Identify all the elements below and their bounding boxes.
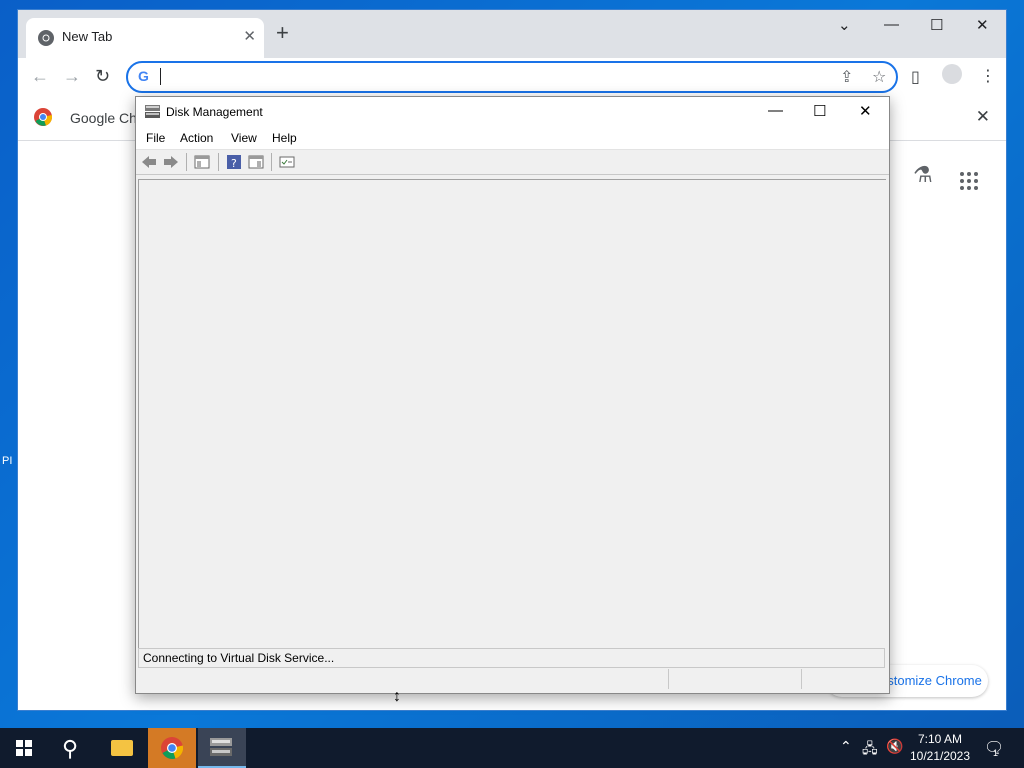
- dm-minimize-button[interactable]: —: [768, 102, 783, 119]
- menu-help[interactable]: Help: [272, 131, 297, 145]
- dm-toolbar: ?: [136, 150, 889, 175]
- labs-flask-icon[interactable]: ⚗: [913, 162, 933, 188]
- google-g-icon: G: [138, 68, 149, 84]
- chrome-close-button[interactable]: ✕: [976, 16, 989, 34]
- dm-bottom-bar: [138, 669, 883, 689]
- bookmark-star-icon[interactable]: ☆: [872, 67, 886, 87]
- share-icon[interactable]: ⇪: [840, 67, 853, 87]
- notification-count: 1: [993, 748, 999, 758]
- menu-view[interactable]: View: [231, 131, 257, 145]
- taskbar-disk-management[interactable]: [198, 728, 246, 768]
- chrome-tab-strip: New Tab ✕ + ⌄ — ☐ ✕: [18, 10, 1006, 58]
- apps-grid-icon[interactable]: [960, 172, 978, 190]
- status-text: Connecting to Virtual Disk Service...: [143, 651, 335, 665]
- dm-titlebar[interactable]: Disk Management — ☐ ✕: [136, 97, 889, 127]
- taskbar-chrome[interactable]: [148, 728, 196, 768]
- disk-management-icon: [210, 738, 232, 756]
- customize-chrome-label: ustomize Chrome: [880, 673, 982, 688]
- side-panel-icon[interactable]: ▯: [911, 67, 920, 87]
- clock-time: 7:10 AM: [917, 732, 963, 746]
- status-divider: [801, 669, 802, 689]
- chrome-minimize-button[interactable]: —: [884, 16, 899, 33]
- new-tab-button[interactable]: +: [276, 22, 289, 44]
- help-icon[interactable]: ?: [226, 154, 242, 170]
- disk-management-icon: [145, 105, 160, 118]
- chrome-toolbar: ← → ↻ G ⇪ ☆ ▯ ⋮: [18, 58, 1006, 96]
- chrome-maximize-button[interactable]: ☐: [930, 16, 943, 34]
- chrome-logo-icon: [161, 737, 183, 759]
- google-chrome-logo-icon: [34, 108, 52, 126]
- taskbar-file-explorer[interactable]: [98, 728, 146, 768]
- status-divider: [668, 669, 669, 689]
- windows-logo-icon: [16, 740, 32, 756]
- toolbar-separator: [218, 153, 219, 171]
- tab-close-icon[interactable]: ✕: [243, 27, 256, 45]
- tab-title: New Tab: [62, 29, 113, 44]
- properties-icon[interactable]: [279, 154, 295, 170]
- tab-search-dropdown-icon[interactable]: ⌄: [838, 16, 851, 34]
- tab-new-tab[interactable]: New Tab ✕: [26, 18, 264, 58]
- back-arrow-icon[interactable]: ←: [31, 66, 49, 87]
- resize-cursor-icon: ↕: [393, 688, 401, 705]
- toolbar-separator: [271, 153, 272, 171]
- dm-maximize-button[interactable]: ☐: [813, 102, 826, 120]
- back-icon[interactable]: [141, 154, 157, 170]
- reload-icon[interactable]: ↻: [95, 66, 110, 87]
- dm-content-pane: [138, 179, 886, 648]
- volume-muted-icon[interactable]: 🔇: [886, 738, 903, 755]
- dm-status-bar: Connecting to Virtual Disk Service...: [138, 648, 885, 668]
- menu-file[interactable]: File: [146, 131, 165, 145]
- network-icon[interactable]: 🖧: [862, 738, 878, 762]
- folder-icon: [111, 740, 133, 756]
- toolbar-separator: [186, 153, 187, 171]
- forward-arrow-icon[interactable]: →: [63, 66, 81, 87]
- start-button[interactable]: [0, 728, 48, 768]
- show-hide-console-tree-icon[interactable]: [194, 154, 210, 170]
- bookmark-bar-close-icon[interactable]: ✕: [976, 107, 990, 127]
- chrome-logo-icon: [38, 30, 54, 46]
- address-bar[interactable]: G ⇪ ☆: [126, 61, 898, 93]
- forward-icon[interactable]: [163, 154, 179, 170]
- dm-menubar: File Action View Help: [136, 127, 889, 150]
- svg-text:?: ?: [231, 157, 237, 170]
- dm-close-button[interactable]: ✕: [859, 102, 872, 120]
- dm-window-title: Disk Management: [166, 105, 263, 119]
- show-hide-action-pane-icon[interactable]: [248, 154, 264, 170]
- desktop-edge-text: PI: [2, 455, 13, 467]
- search-icon: ⚲: [62, 736, 79, 761]
- text-caret: [160, 68, 161, 85]
- profile-avatar-icon[interactable]: [942, 64, 962, 84]
- bookmark-google-chrome[interactable]: Google Chr: [70, 110, 142, 126]
- show-hidden-icons-chevron-icon[interactable]: ⌃: [840, 738, 852, 755]
- chrome-menu-icon[interactable]: ⋮: [980, 66, 996, 86]
- clock-date: 10/21/2023: [909, 749, 971, 763]
- taskbar-clock[interactable]: 7:10 AM 10/21/2023: [906, 731, 974, 765]
- disk-management-window: Disk Management — ☐ ✕ File Action View H…: [135, 96, 890, 694]
- taskbar: ⚲ ⌃ 🖧 🔇 7:10 AM 10/21/2023 🗨 1: [0, 728, 1024, 768]
- taskbar-search-button[interactable]: ⚲: [48, 728, 96, 768]
- menu-action[interactable]: Action: [180, 131, 213, 145]
